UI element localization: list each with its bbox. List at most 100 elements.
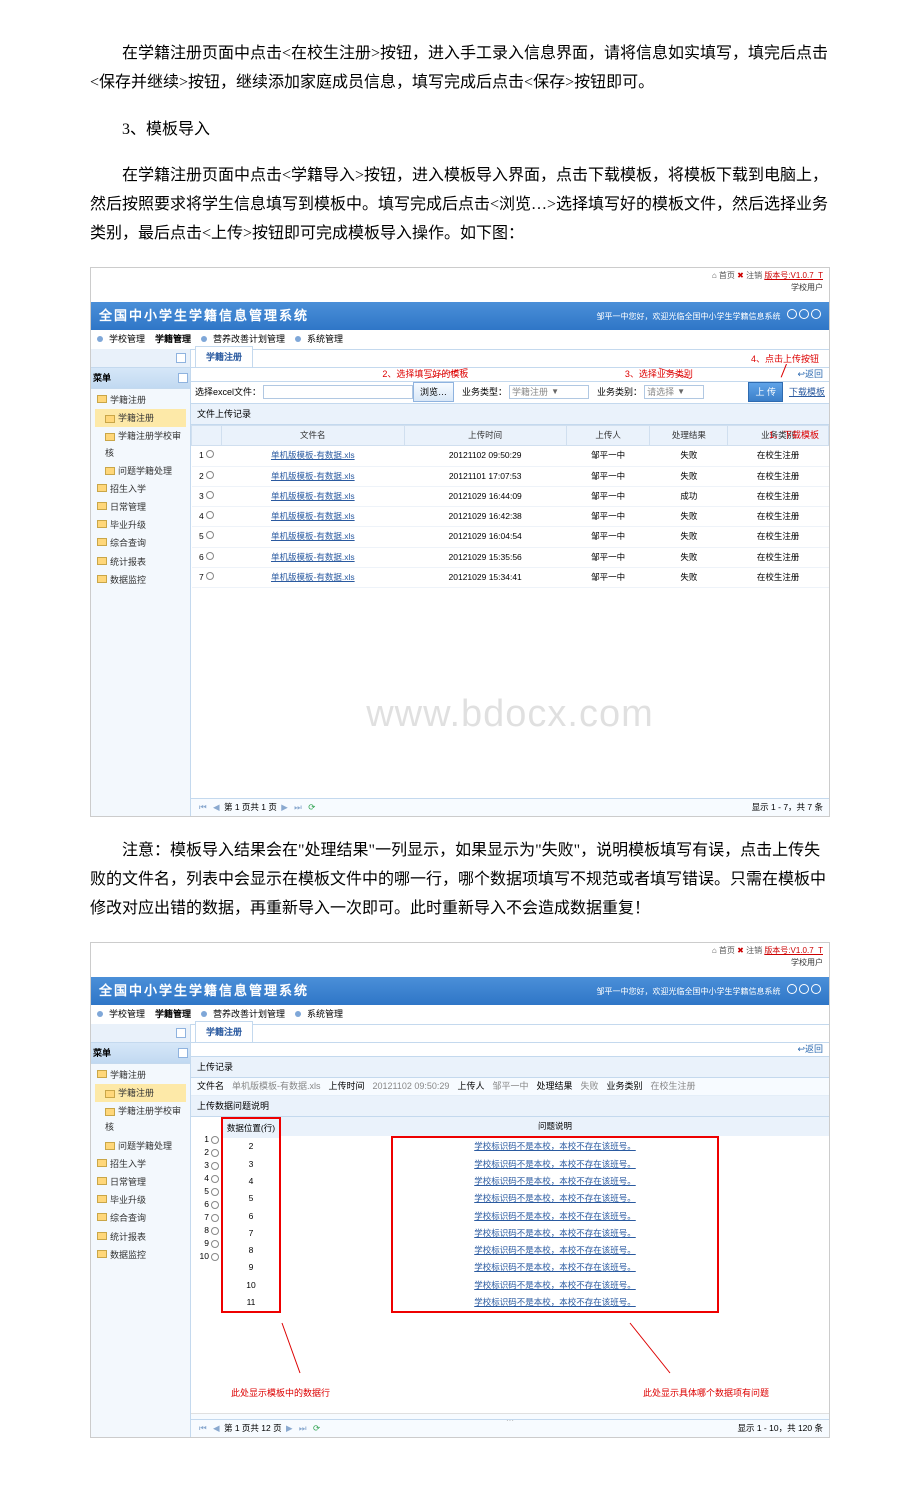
pager-last-icon[interactable]: ⏭ — [297, 1423, 309, 1433]
bizcat-select[interactable]: 请选择▼ — [644, 385, 704, 399]
screenshot-2: ⌂ 首页 ✖ 注销 版本号:V1.0.7_T 学校用户 全国中小学生学籍信息管理… — [90, 942, 830, 1439]
tree-folder-monitor[interactable]: 数据监控 — [95, 571, 186, 589]
error-row-num: 10 — [191, 1250, 221, 1263]
tree-item-problem[interactable]: 问题学籍处理 — [95, 1137, 186, 1155]
tree-folder-query[interactable]: 综合查询 — [95, 534, 186, 552]
logout-link[interactable]: 注销 — [746, 271, 762, 280]
tree-item-problem[interactable]: 问题学籍处理 — [95, 462, 186, 480]
pager-next-icon[interactable]: ▶ — [284, 1423, 295, 1433]
row-radio[interactable] — [211, 1136, 219, 1144]
menu-system[interactable]: 系统管理 — [307, 1006, 343, 1022]
file-link[interactable]: 单机版模板-有数据.xls — [271, 572, 355, 582]
tree-item-audit[interactable]: 学籍注册学校审核 — [95, 427, 186, 461]
menu-school[interactable]: 学校管理 — [109, 1006, 145, 1022]
welcome-text: 邹平一中您好，欢迎光临全国中小学生学籍信息系统 — [596, 312, 780, 321]
biztype-value: 学籍注册 — [512, 384, 548, 400]
tree-folder-daily[interactable]: 日常管理 — [95, 498, 186, 516]
row-radio[interactable] — [206, 511, 214, 519]
error-row-pos: 5 — [223, 1190, 279, 1207]
tree-folder-query[interactable]: 综合查询 — [95, 1209, 186, 1227]
tree-group-register[interactable]: 学籍注册 — [95, 391, 186, 409]
file-link[interactable]: 单机版模板-有数据.xls — [271, 531, 355, 541]
tab-register[interactable]: 学籍注册 — [195, 1021, 253, 1042]
menu-roster[interactable]: 学籍管理 — [155, 331, 191, 347]
pager-prev-icon[interactable]: ◀ — [211, 1423, 222, 1433]
download-template-link[interactable]: 下载模板 — [789, 384, 825, 400]
row-radio[interactable] — [206, 491, 214, 499]
biztype-select[interactable]: 学籍注册▼ — [509, 385, 589, 399]
row-radio[interactable] — [211, 1149, 219, 1157]
upload-button[interactable]: 上 传 — [748, 382, 783, 402]
menu-system[interactable]: 系统管理 — [307, 331, 343, 347]
error-row-msg: 学校标识码不是本校，本校不存在该班号。 — [393, 1190, 718, 1207]
theme-circle-icon[interactable] — [787, 984, 797, 994]
pager-refresh-icon[interactable]: ⟳ — [311, 1423, 322, 1433]
menu-school[interactable]: 学校管理 — [109, 331, 145, 347]
pager-refresh-icon[interactable]: ⟳ — [306, 802, 317, 812]
row-radio[interactable] — [211, 1253, 219, 1261]
theme-circle-icon[interactable] — [799, 984, 809, 994]
pager-next-icon[interactable]: ▶ — [279, 802, 290, 812]
tree-folder-enroll[interactable]: 招生入学 — [95, 1155, 186, 1173]
tree-item-audit[interactable]: 学籍注册学校审核 — [95, 1102, 186, 1136]
upload-history-table: 文件名 上传时间 上传人 处理结果 业务类别 1 单机版模板-有数据.xls 2… — [191, 425, 829, 588]
error-row-msg: 学校标识码不是本校，本校不存在该班号。 — [393, 1259, 718, 1276]
tree-group-register[interactable]: 学籍注册 — [95, 1066, 186, 1084]
tree-folder-report[interactable]: 统计报表 — [95, 1228, 186, 1246]
row-radio[interactable] — [206, 552, 214, 560]
collapse-handle[interactable] — [91, 349, 191, 367]
row-radio[interactable] — [211, 1240, 219, 1248]
pager-first-icon[interactable]: ⏮ — [197, 802, 209, 812]
tab-register[interactable]: 学籍注册 — [195, 346, 253, 367]
row-radio[interactable] — [211, 1188, 219, 1196]
menu-roster[interactable]: 学籍管理 — [155, 1006, 191, 1022]
back-link[interactable]: 返回 — [805, 1041, 823, 1057]
tree-folder-grad[interactable]: 毕业升级 — [95, 516, 186, 534]
theme-circle-icon[interactable] — [799, 309, 809, 319]
row-radio[interactable] — [206, 471, 214, 479]
back-link[interactable]: 返回 — [805, 366, 823, 382]
tree-folder-daily[interactable]: 日常管理 — [95, 1173, 186, 1191]
tree-folder-enroll[interactable]: 招生入学 — [95, 480, 186, 498]
row-radio[interactable] — [211, 1227, 219, 1235]
tree-item-register[interactable]: 学籍注册 — [95, 1084, 186, 1102]
collapse-handle[interactable] — [91, 1024, 191, 1042]
home-link[interactable]: 首页 — [719, 946, 735, 955]
row-radio[interactable] — [206, 531, 214, 539]
row-radio[interactable] — [211, 1201, 219, 1209]
theme-circle-icon[interactable] — [787, 309, 797, 319]
row-radio[interactable] — [206, 450, 214, 458]
sidebar-collapse-icon[interactable] — [178, 1048, 188, 1058]
pager-first-icon[interactable]: ⏮ — [197, 1423, 209, 1433]
row-radio[interactable] — [206, 572, 214, 580]
table-row: 4 单机版模板-有数据.xls 20121029 16:42:38邹平一中失败在… — [192, 507, 829, 527]
row-radio[interactable] — [211, 1214, 219, 1222]
tree-folder-monitor[interactable]: 数据监控 — [95, 1246, 186, 1264]
pager-last-icon[interactable]: ⏭ — [292, 802, 304, 812]
tree-item-register[interactable]: 学籍注册 — [95, 409, 186, 427]
para-4: 注意：模板导入结果会在"处理结果"一列显示，如果显示为"失败"，说明模板填写有误… — [90, 837, 830, 923]
rec-res-label: 处理结果 — [536, 1078, 572, 1094]
file-link[interactable]: 单机版模板-有数据.xls — [271, 450, 355, 460]
file-link[interactable]: 单机版模板-有数据.xls — [271, 511, 355, 521]
th-num — [192, 425, 222, 445]
file-link[interactable]: 单机版模板-有数据.xls — [271, 471, 355, 481]
row-radio[interactable] — [211, 1162, 219, 1170]
tree-folder-report[interactable]: 统计报表 — [95, 553, 186, 571]
file-link[interactable]: 单机版模板-有数据.xls — [271, 552, 355, 562]
sidebar-collapse-icon[interactable] — [178, 373, 188, 383]
file-link[interactable]: 单机版模板-有数据.xls — [271, 491, 355, 501]
error-row-msg: 学校标识码不是本校，本校不存在该班号。 — [393, 1242, 718, 1259]
tree-folder-grad[interactable]: 毕业升级 — [95, 1191, 186, 1209]
file-input[interactable] — [263, 385, 413, 399]
theme-circle-icon[interactable] — [811, 984, 821, 994]
row-radio[interactable] — [211, 1175, 219, 1183]
logout-link[interactable]: 注销 — [746, 946, 762, 955]
theme-circle-icon[interactable] — [811, 309, 821, 319]
version-label: 版本号:V1.0.7_T — [764, 946, 823, 955]
browse-button[interactable]: 浏览… — [413, 382, 454, 402]
home-link[interactable]: 首页 — [719, 271, 735, 280]
pager-prev-icon[interactable]: ◀ — [211, 802, 222, 812]
file-select-label: 选择excel文件： — [195, 384, 261, 400]
annotation-3: 3、选择业务类别 — [625, 366, 693, 382]
